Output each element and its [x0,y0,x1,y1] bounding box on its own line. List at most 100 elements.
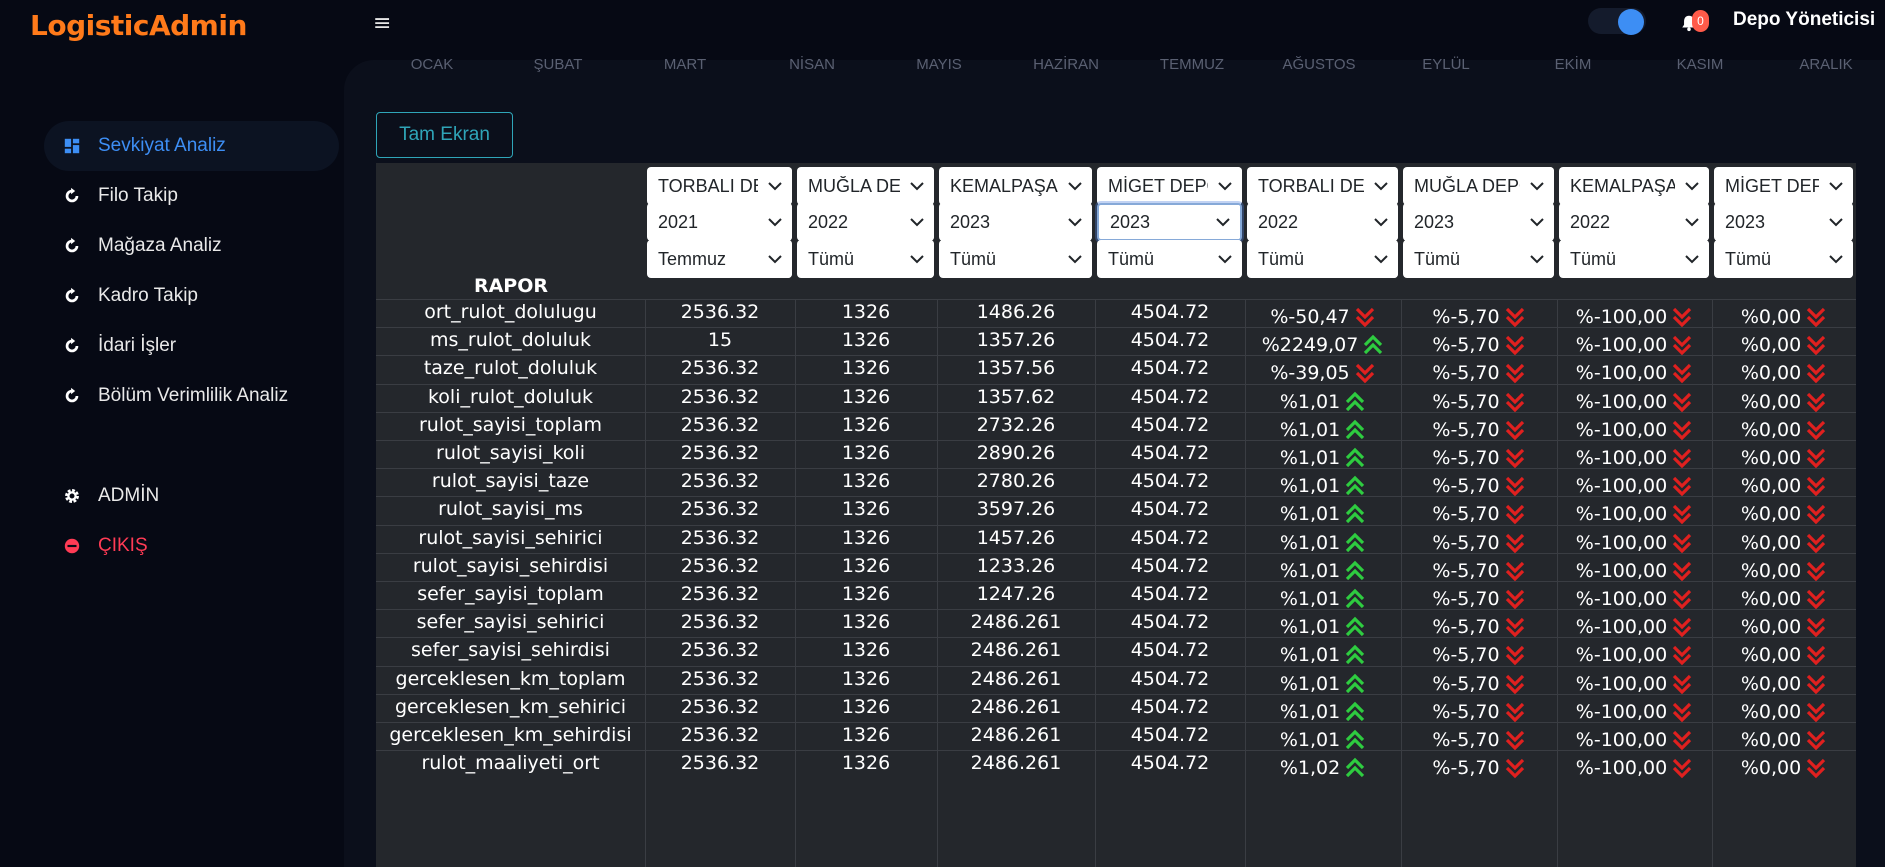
value-text: 1326 [841,724,891,747]
depot-select[interactable]: KEMALPAŞA DEPO [1559,167,1709,205]
sidebar-item-kadro-takip[interactable]: Kadro Takip [44,271,339,321]
value-text: 4504.72 [1130,554,1210,577]
sidebar-item-label: İdari İşler [98,335,177,356]
double-chevron-down-icon [1355,307,1374,328]
value-cell: 2536.32 [645,469,795,497]
table-row: rulot_sayisi_ms 2536.32 1326 3597.26 4504.72… [376,496,1856,525]
sidebar-item-bölüm-verimlilik-analiz[interactable]: Bölüm Verimlilik Analiz [44,371,339,421]
change-cell: %1,01 [1245,469,1401,497]
value-cell: 1326 [795,667,937,695]
year-select[interactable]: 2022 [1247,203,1398,241]
value-text: 1326 [841,385,891,408]
value-text: 4504.72 [1130,413,1210,436]
value-text: 1486.26 [976,301,1056,324]
theme-toggle[interactable] [1588,8,1646,35]
month-select[interactable]: Tümü [797,240,934,278]
notifications-button[interactable]: 0 [1678,10,1709,36]
month-select[interactable]: Tümü [939,240,1092,278]
change-cell: %-5,70 [1401,356,1557,384]
year-select[interactable]: 2023 [1097,203,1242,241]
month-select[interactable]: Tümü [1097,240,1242,278]
row-label-text: ms_rulot_doluluk [430,329,591,352]
month-select[interactable]: Tümü [1403,240,1554,278]
year-select-value: 2021 [658,211,699,232]
value-cell: 4504.72 [1095,356,1245,384]
month-label[interactable]: NİSAN [789,56,835,73]
month-select[interactable]: Tümü [1714,240,1853,278]
depot-select[interactable]: TORBALI DEPO [647,167,792,205]
month-select[interactable]: Tümü [1559,240,1709,278]
year-select[interactable]: 2023 [939,203,1092,241]
fullscreen-button[interactable]: Tam Ekran [376,112,513,158]
value-cell: 4504.72 [1095,723,1245,751]
depot-select[interactable]: TORBALI DEPO [1247,167,1398,205]
month-select[interactable]: Temmuz [647,240,792,278]
month-label[interactable]: ARALIK [1799,56,1852,73]
month-label[interactable]: OCAK [411,56,454,73]
change-cell: %1,01 [1245,582,1401,610]
month-label[interactable]: AĞUSTOS [1282,56,1355,73]
value-cell: 1233.26 [937,554,1095,582]
row-label-text: gerceklesen_km_toplam [395,667,626,690]
hamburger-menu-icon[interactable]: ≡ [373,11,391,36]
value-text: 4504.72 [1130,357,1210,380]
sidebar-item-logout[interactable]: ÇIKIŞ [44,521,339,571]
year-select[interactable]: 2021 [647,203,792,241]
dropdown-toggle [1819,203,1853,241]
depot-select[interactable]: MUĞLA DEPO [797,167,934,205]
chevron-down-icon [1829,182,1843,191]
sidebar-item-mağaza-analiz[interactable]: Mağaza Analiz [44,221,339,271]
row-label: rulot_sayisi_toplam [376,413,645,441]
row-label: ms_rulot_doluluk [376,328,645,356]
month-label[interactable]: EKİM [1555,56,1592,73]
change-value: %-100,00 [1576,447,1693,469]
value-cell: 1326 [795,526,937,554]
year-select[interactable]: 2022 [1559,203,1709,241]
user-name[interactable]: Depo Yöneticisi [1733,9,1875,31]
month-label[interactable]: EYLÜL [1422,56,1470,73]
month-label[interactable]: ŞUBAT [534,56,583,73]
year-select[interactable]: 2023 [1403,203,1554,241]
app-logo[interactable]: LogisticAdmin [30,9,247,42]
month-label[interactable]: TEMMUZ [1160,56,1224,73]
change-cell: %-5,70 [1401,554,1557,582]
value-cell: 4504.72 [1095,554,1245,582]
month-label[interactable]: HAZİRAN [1033,56,1099,73]
year-select-value: 2022 [808,211,849,232]
change-value: %-5,70 [1432,334,1525,356]
month-label[interactable]: MART [664,56,706,73]
value-cell: 1326 [795,497,937,525]
sidebar-item-admin[interactable]: ADMİN [44,471,339,521]
change-percent-text: %-100,00 [1575,588,1668,611]
sidebar-item-i-dari-i-şler[interactable]: İdari İşler [44,321,339,371]
month-select[interactable]: Tümü [1247,240,1398,278]
depot-select[interactable]: MİGET DEPO [1714,167,1853,205]
year-select[interactable]: 2023 [1714,203,1853,241]
value-text: 2486.261 [970,639,1062,662]
value-text: 3597.26 [976,498,1056,521]
change-value: %-100,00 [1576,306,1693,328]
sidebar-item-label: Mağaza Analiz [98,235,222,256]
double-chevron-down-icon [1505,420,1524,441]
value-cell: 4504.72 [1095,328,1245,356]
change-cell: %-5,70 [1401,638,1557,666]
depot-select[interactable]: MİGET DEPO [1097,167,1242,205]
year-select[interactable]: 2022 [797,203,934,241]
month-label[interactable]: KASIM [1677,56,1724,73]
sidebar-item-label: ADMİN [98,485,160,506]
month-label[interactable]: MAYIS [916,56,962,73]
value-text: 2536.32 [680,385,760,408]
depot-select[interactable]: MUĞLA DEPO [1403,167,1554,205]
depot-select[interactable]: KEMALPAŞA DEPO [939,167,1092,205]
value-text: 2536.32 [680,639,760,662]
sidebar-item-label: Filo Takip [98,185,178,206]
double-chevron-up-icon [1346,504,1365,524]
value-text: 2536.32 [680,611,760,634]
sidebar-item-filo-takip[interactable]: Filo Takip [44,171,339,221]
refresh-icon [65,187,79,203]
value-text: 2536.32 [680,695,760,718]
double-chevron-down-icon [1505,392,1524,412]
change-cell: %-5,70 [1401,497,1557,525]
change-cell: %0,00 [1712,667,1856,695]
sidebar-item-sevkiyat-analiz[interactable]: Sevkiyat Analiz [44,121,339,171]
